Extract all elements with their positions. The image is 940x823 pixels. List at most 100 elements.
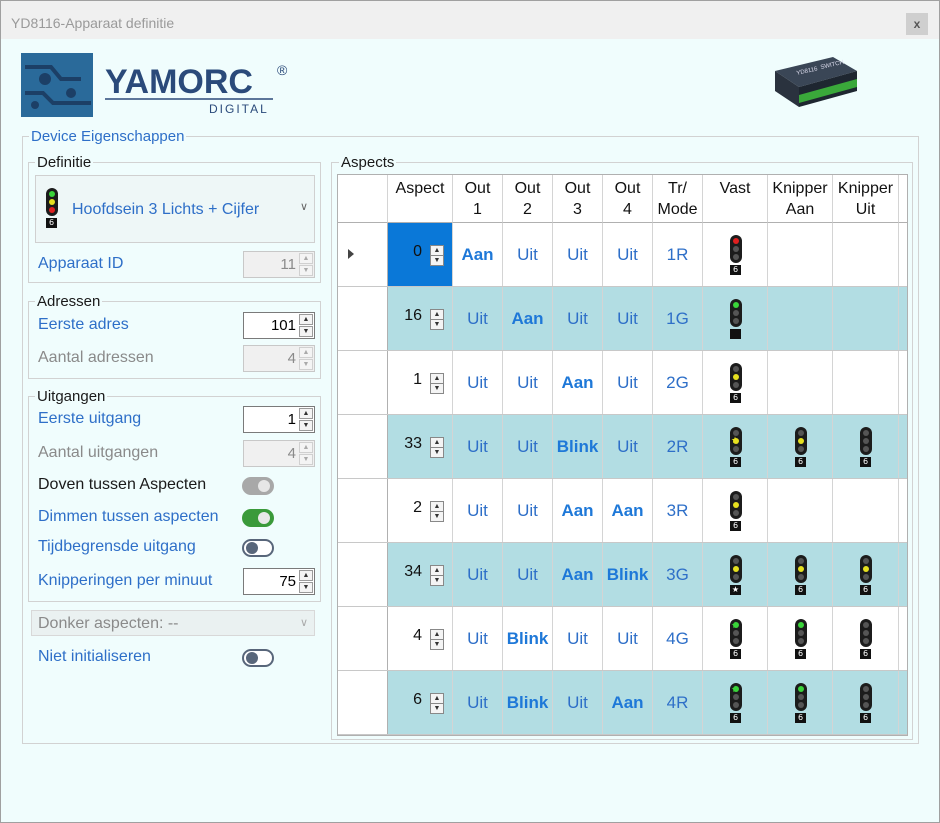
out3-cell[interactable]: Blink <box>553 415 603 478</box>
out1-cell[interactable]: Aan <box>453 223 503 286</box>
out4-cell[interactable]: Uit <box>603 287 653 350</box>
row-header[interactable] <box>338 223 388 286</box>
column-header-out4[interactable]: Out 4 <box>603 175 653 223</box>
row-header[interactable] <box>338 671 388 734</box>
aspect-stepper[interactable]: ▲ ▼ <box>430 437 444 458</box>
column-header-out3[interactable]: Out 3 <box>553 175 603 223</box>
kaan-cell[interactable]: 6 <box>768 543 833 606</box>
aspect-cell[interactable]: 0 ▲ ▼ <box>388 223 453 286</box>
kaan-cell[interactable] <box>768 351 833 414</box>
column-header-vast[interactable]: Vast <box>703 175 768 223</box>
vast-cell[interactable]: ★ 6 <box>703 671 768 734</box>
table-row[interactable]: 6 ▲ ▼ Uit Blink Uit Aan 4R ★ 6 6 6 <box>338 671 907 735</box>
out4-cell[interactable]: Aan <box>603 479 653 542</box>
mode-cell[interactable]: 2G <box>653 351 703 414</box>
kuit-cell[interactable] <box>833 479 899 542</box>
out2-cell[interactable]: Uit <box>503 543 553 606</box>
definitie-select[interactable]: 6 Hoofdsein 3 Lichts + Cijfer ∨ <box>35 175 315 243</box>
aspect-stepper[interactable]: ▲ ▼ <box>430 309 444 330</box>
vast-cell[interactable]: ★ 6 <box>703 415 768 478</box>
out3-cell[interactable]: Uit <box>553 671 603 734</box>
kuit-cell[interactable] <box>833 351 899 414</box>
table-row[interactable]: 16 ▲ ▼ Uit Aan Uit Uit 1G <box>338 287 907 351</box>
out4-cell[interactable]: Uit <box>603 223 653 286</box>
table-row[interactable]: 33 ▲ ▼ Uit Uit Blink Uit 2R ★ 6 6 6 <box>338 415 907 479</box>
aspect-stepper[interactable]: ▲ ▼ <box>430 245 444 266</box>
row-header[interactable] <box>338 415 388 478</box>
aspect-cell[interactable]: 2 ▲ ▼ <box>388 479 453 542</box>
out2-cell[interactable]: Uit <box>503 223 553 286</box>
out1-cell[interactable]: Uit <box>453 287 503 350</box>
kaan-cell[interactable]: 6 <box>768 415 833 478</box>
aspect-stepper[interactable]: ▲ ▼ <box>430 565 444 586</box>
vast-cell[interactable]: ★ <box>703 543 768 606</box>
row-header[interactable] <box>338 543 388 606</box>
dimmen-toggle[interactable] <box>242 509 274 527</box>
vast-cell[interactable]: 6 <box>703 479 768 542</box>
mode-cell[interactable]: 2R <box>653 415 703 478</box>
column-header-out1[interactable]: Out 1 <box>453 175 503 223</box>
stepper-up-icon[interactable]: ▲ <box>431 566 443 576</box>
stepper-down-icon[interactable]: ▼ <box>431 256 443 266</box>
stepper-down-icon[interactable]: ▼ <box>431 704 443 714</box>
out2-cell[interactable]: Blink <box>503 607 553 670</box>
aspect-stepper[interactable]: ▲ ▼ <box>430 629 444 650</box>
vast-cell[interactable]: 6 <box>703 223 768 286</box>
out1-cell[interactable]: Uit <box>453 351 503 414</box>
out2-cell[interactable]: Blink <box>503 671 553 734</box>
mode-cell[interactable]: 4G <box>653 607 703 670</box>
kaan-cell[interactable] <box>768 287 833 350</box>
stepper-up-icon[interactable]: ▲ <box>431 310 443 320</box>
row-header[interactable] <box>338 607 388 670</box>
stepper-up-icon[interactable]: ▲ <box>431 246 443 256</box>
aspect-cell[interactable]: 34 ▲ ▼ <box>388 543 453 606</box>
table-row[interactable]: 34 ▲ ▼ Uit Uit Aan Blink 3G ★ 6 6 <box>338 543 907 607</box>
column-header-mode[interactable]: Tr/Mode <box>653 175 703 223</box>
stepper-up-icon[interactable]: ▲ <box>431 630 443 640</box>
stepper-down-icon[interactable]: ▼ <box>431 320 443 330</box>
out1-cell[interactable]: Uit <box>453 543 503 606</box>
column-header-out2[interactable]: Out 2 <box>503 175 553 223</box>
out4-cell[interactable]: Aan <box>603 671 653 734</box>
stepper-down-icon[interactable]: ▼ <box>299 582 313 593</box>
column-header-knipper-aan[interactable]: Knipper Aan <box>768 175 833 223</box>
kuit-cell[interactable]: 6 <box>833 415 899 478</box>
stepper-down-icon[interactable]: ▼ <box>431 640 443 650</box>
mode-cell[interactable]: 3R <box>653 479 703 542</box>
out4-cell[interactable]: Blink <box>603 543 653 606</box>
out2-cell[interactable]: Aan <box>503 287 553 350</box>
mode-cell[interactable]: 1R <box>653 223 703 286</box>
column-header-knipper-uit[interactable]: Knipper Uit <box>833 175 899 223</box>
out2-cell[interactable]: Uit <box>503 415 553 478</box>
eerste-adres-stepper[interactable]: 101 ▲ ▼ <box>243 312 315 339</box>
out3-cell[interactable]: Uit <box>553 607 603 670</box>
stepper-up-icon[interactable]: ▲ <box>431 502 443 512</box>
chevron-down-icon[interactable]: ∨ <box>300 200 308 213</box>
kuit-cell[interactable]: 6 <box>833 543 899 606</box>
out1-cell[interactable]: Uit <box>453 607 503 670</box>
aspect-stepper[interactable]: ▲ ▼ <box>430 373 444 394</box>
row-header[interactable] <box>338 479 388 542</box>
kuit-cell[interactable]: 6 <box>833 671 899 734</box>
out3-cell[interactable]: Aan <box>553 351 603 414</box>
niet-initialiseren-toggle[interactable] <box>242 649 274 667</box>
title-bar[interactable]: YD8116-Apparaat definitie x <box>1 1 939 39</box>
out1-cell[interactable]: Uit <box>453 479 503 542</box>
aspect-stepper[interactable]: ▲ ▼ <box>430 693 444 714</box>
out3-cell[interactable]: Aan <box>553 479 603 542</box>
stepper-down-icon[interactable]: ▼ <box>431 448 443 458</box>
aspects-grid[interactable]: Aspect Out 1 Out 2 Out 3 Out 4 Tr/Mode Vast Knipper… <box>337 174 908 736</box>
row-header[interactable] <box>338 351 388 414</box>
mode-cell[interactable]: 1G <box>653 287 703 350</box>
kuit-cell[interactable]: 6 <box>833 607 899 670</box>
out2-cell[interactable]: Uit <box>503 351 553 414</box>
aspect-cell[interactable]: 16 ▲ ▼ <box>388 287 453 350</box>
out2-cell[interactable]: Uit <box>503 479 553 542</box>
kuit-cell[interactable] <box>833 287 899 350</box>
stepper-down-icon[interactable]: ▼ <box>431 384 443 394</box>
stepper-down-icon[interactable]: ▼ <box>299 420 313 431</box>
row-header[interactable] <box>338 287 388 350</box>
close-button[interactable]: x <box>906 13 928 35</box>
kuit-cell[interactable] <box>833 223 899 286</box>
out3-cell[interactable]: Uit <box>553 223 603 286</box>
